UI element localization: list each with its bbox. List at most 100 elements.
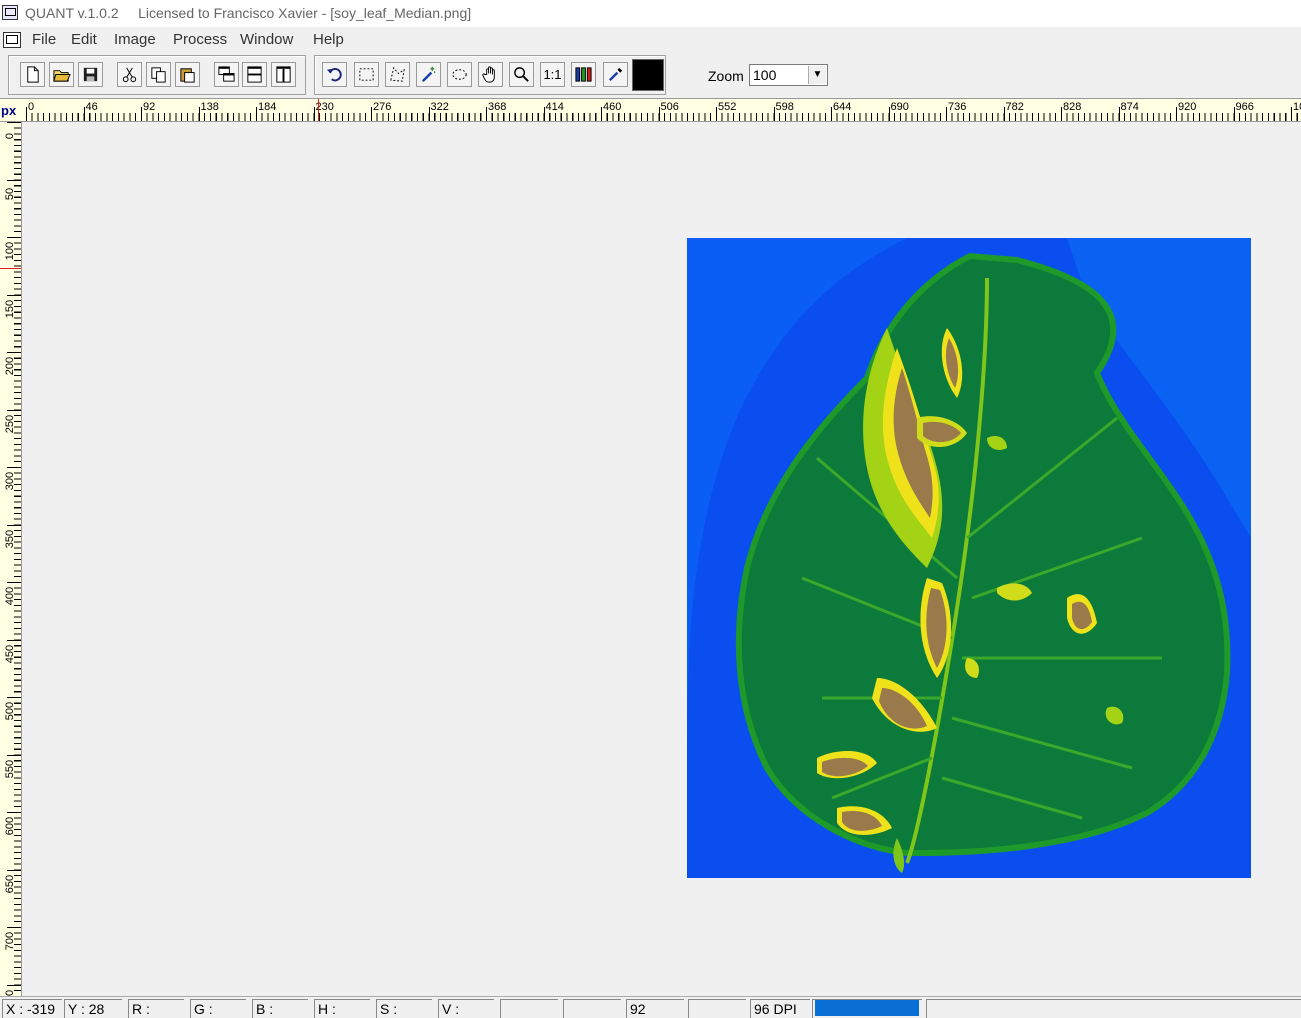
ruler-label: 500 [4, 701, 16, 721]
status-field-3 [688, 999, 746, 1018]
ruler-major-tick [486, 107, 487, 121]
document-icon[interactable] [3, 32, 21, 48]
rectangle-select-icon[interactable] [354, 62, 379, 87]
menu-window[interactable]: Window [240, 31, 293, 48]
status-size: 92 [626, 999, 684, 1018]
actual-size-icon[interactable]: 1:1 [540, 62, 565, 87]
ruler-label: 450 [4, 644, 16, 663]
ruler-major-tick [1176, 107, 1177, 121]
ruler-label: 600 [4, 816, 16, 836]
ruler-label: 550 [4, 759, 16, 778]
ruler-major-tick [428, 107, 430, 121]
zoom-value[interactable]: 100 [753, 67, 776, 83]
eyedropper-icon[interactable] [603, 62, 628, 87]
status-b: B : [252, 999, 308, 1018]
ellipse-select-icon[interactable] [447, 62, 472, 87]
app-icon[interactable] [2, 5, 18, 20]
menu-file[interactable]: File [32, 31, 56, 48]
ruler-label: 782 [1005, 101, 1024, 113]
status-r: R : [128, 999, 184, 1018]
soy-leaf-graphic [687, 238, 1251, 878]
horizontal-ruler-ticks [26, 113, 1301, 121]
ruler-major-tick [26, 107, 27, 121]
ruler-major-tick [7, 812, 21, 813]
ruler-label: 10 [1293, 101, 1301, 113]
magic-wand-icon[interactable] [416, 62, 441, 87]
ruler-label: 150 [4, 299, 16, 318]
tile-horizontal-icon[interactable] [242, 62, 267, 87]
image-canvas[interactable] [22, 122, 1301, 996]
ruler-major-tick [1118, 107, 1120, 121]
rgb-channels-icon[interactable] [571, 62, 596, 87]
ruler-major-tick [7, 294, 21, 296]
paste-icon[interactable] [175, 62, 200, 87]
horizontal-cursor-marker [318, 99, 319, 121]
status-bar: X : -319 Y : 28 R : G : B : H : S : V : … [0, 996, 1301, 1018]
status-field-1 [500, 999, 558, 1018]
menu-bar: File Edit Image Process Window Help [0, 27, 1301, 53]
ruler-major-tick [7, 582, 21, 583]
ruler-label: 184 [258, 101, 277, 113]
ruler-label: 690 [890, 101, 909, 113]
status-g: G : [190, 999, 246, 1018]
tile-vertical-icon[interactable] [271, 62, 296, 87]
leaf-image[interactable] [687, 238, 1251, 878]
status-x: X : -319 [2, 999, 62, 1018]
magnifier-icon[interactable] [509, 62, 534, 87]
selected-color-swatch[interactable] [632, 59, 664, 91]
status-progress-bar [815, 1000, 919, 1016]
ruler-major-tick [7, 352, 21, 353]
open-folder-icon[interactable] [49, 62, 74, 87]
menu-help[interactable]: Help [313, 31, 344, 48]
ruler-label: 350 [4, 529, 16, 548]
ruler-label: 300 [4, 471, 16, 491]
ruler-major-tick [83, 107, 85, 121]
ruler-major-tick [716, 107, 717, 121]
ruler-label: 644 [833, 101, 852, 113]
undo-icon[interactable] [322, 62, 347, 87]
ruler-major-tick [371, 107, 372, 121]
ruler-label: 874 [1120, 101, 1139, 113]
ruler-label: 552 [718, 101, 737, 113]
ruler-label: 200 [4, 356, 16, 376]
status-field-2 [563, 999, 621, 1018]
ruler-label: 250 [4, 414, 16, 433]
status-h: H : [314, 999, 370, 1018]
ruler-major-tick [1003, 107, 1005, 121]
ruler-major-tick [7, 467, 21, 468]
zoom-select[interactable]: 100 ▼ [749, 64, 828, 86]
save-icon[interactable] [78, 62, 103, 87]
status-y: Y : 28 [64, 999, 122, 1018]
polygon-select-icon[interactable] [385, 62, 410, 87]
cut-icon[interactable] [117, 62, 142, 87]
cascade-windows-icon[interactable] [214, 62, 239, 87]
status-v: V : [438, 999, 494, 1018]
ruler-label: 368 [488, 101, 507, 113]
zoom-label: Zoom [708, 68, 744, 84]
status-field-4 [926, 999, 1301, 1018]
ruler-major-tick [7, 122, 21, 123]
ruler-major-tick [256, 107, 257, 121]
ruler-major-tick [7, 869, 21, 871]
ruler-label: 138 [200, 101, 219, 113]
ruler-major-tick [543, 107, 545, 121]
ruler-major-tick [7, 237, 21, 238]
copy-icon[interactable] [146, 62, 171, 87]
hand-pan-icon[interactable] [478, 62, 503, 87]
menu-image[interactable]: Image [114, 31, 156, 48]
new-file-icon[interactable] [20, 62, 45, 87]
ruler-major-tick [7, 697, 21, 698]
ruler-label: 966 [1235, 101, 1254, 113]
ruler-major-tick [7, 754, 21, 756]
ruler-label: 92 [143, 101, 156, 113]
horizontal-ruler: px 0 46 92 138 184 230 276 322 368 414 460 506 552 59… [0, 98, 1301, 122]
menu-process[interactable]: Process [173, 31, 227, 48]
ruler-label: 0 [4, 132, 16, 140]
menu-edit[interactable]: Edit [71, 31, 97, 48]
chevron-down-icon[interactable]: ▼ [808, 66, 826, 84]
ruler-label: 920 [1178, 101, 1197, 113]
ruler-label: 700 [4, 931, 16, 951]
ruler-major-tick [198, 107, 200, 121]
window-title: QUANT v.1.0.2 Licensed to Francisco Xavi… [25, 5, 472, 21]
ruler-major-tick [313, 107, 315, 121]
